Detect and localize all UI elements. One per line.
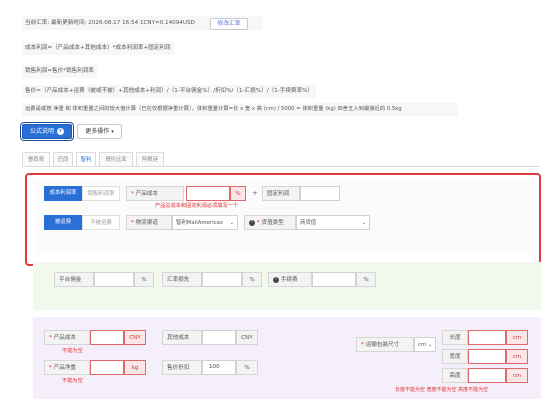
- goods-type-label: ! * 货值类型: [244, 215, 296, 230]
- modify-rate-button[interactable]: 修改汇率: [210, 18, 248, 30]
- formula-explain-label: 公式说明: [30, 128, 55, 135]
- platform-fee-input[interactable]: [94, 272, 134, 287]
- fixed-profit-label: 固定利润: [262, 186, 300, 201]
- tab-brazil[interactable]: 巴西: [53, 152, 73, 166]
- height-label: 高度: [442, 368, 468, 383]
- goods-type-select-value: 商货值: [300, 220, 317, 226]
- required-star: *: [131, 220, 134, 226]
- handling-fee-label: ! 手续费: [268, 272, 312, 287]
- fixed-profit-input[interactable]: [300, 186, 340, 201]
- exchange-loss-input[interactable]: [202, 272, 242, 287]
- goods-type-select[interactable]: 商货值 ⌄: [296, 215, 370, 230]
- discount-value: 100: [209, 364, 220, 370]
- goods-type-label-text: 货值类型: [261, 220, 284, 226]
- rate-text: 当前汇率: 最新更新时间: 2026.08.17 16:54 1CNY=0.14…: [25, 20, 195, 26]
- more-actions-button[interactable]: 更多操作 ▾: [77, 124, 122, 139]
- height-input[interactable]: [468, 368, 506, 383]
- seg-no-shipping[interactable]: 不被运费: [82, 215, 120, 230]
- other-cost-input[interactable]: [202, 330, 236, 345]
- net-weight-label-text: 产品净重: [53, 365, 76, 371]
- formula-shipping: 运费是或按 净重 和 体积重量之间的较大值计算（已在仅根据净重计算），体积重量计…: [22, 103, 458, 116]
- info-icon: !: [273, 276, 279, 283]
- height-unit: cm: [506, 368, 528, 383]
- net-weight-error: 不能为空: [62, 378, 83, 384]
- more-actions-label: 更多操作: [85, 128, 110, 135]
- width-input[interactable]: [468, 349, 506, 364]
- product-cost-unit: CNY: [124, 330, 146, 345]
- required-star: *: [256, 220, 260, 226]
- discount-label: 售价折扣: [162, 360, 202, 375]
- required-star: *: [49, 335, 52, 341]
- exchange-loss-unit: %: [242, 272, 262, 287]
- logistics-label-text: 物流渠道: [135, 220, 158, 226]
- logistics-label: * 物流渠道: [126, 215, 172, 230]
- handling-fee-input[interactable]: [312, 272, 356, 287]
- handling-fee-unit: %: [356, 272, 376, 287]
- platform-fee-label: 平台佣金: [54, 272, 94, 287]
- profit-product-cost-label-text: 产品成本: [135, 191, 158, 197]
- discount-unit: %: [236, 360, 258, 375]
- chevron-down-icon: ⌄: [361, 220, 366, 226]
- seg-cost-profit[interactable]: 成本利润率: [44, 186, 82, 201]
- product-cost-input[interactable]: [90, 330, 124, 345]
- info-icon: !: [249, 219, 255, 226]
- profit-percent-unit: %: [230, 186, 246, 201]
- length-label: 长度: [442, 330, 468, 345]
- required-star: *: [49, 365, 52, 371]
- tab-mexico[interactable]: 墨西哥: [22, 152, 50, 166]
- tab-colombia[interactable]: 哥伦比亚: [99, 152, 133, 166]
- seg-sales-profit[interactable]: 销售利润率: [82, 186, 120, 201]
- profit-error-text: 产品总成本和固定利润必须填写一个: [155, 203, 239, 209]
- chevron-down-icon: ⌄: [427, 342, 432, 348]
- seg-by-shipping[interactable]: 被运费: [44, 215, 82, 230]
- chevron-down-icon: ▾: [56, 128, 64, 135]
- package-size-unit-value: cm: [418, 342, 427, 348]
- width-unit: cm: [506, 349, 528, 364]
- net-weight-unit: kg: [124, 360, 146, 375]
- handling-fee-label-text: 手续费: [280, 277, 298, 283]
- package-size-label: * 运输包装尺寸: [356, 337, 414, 352]
- tab-chile[interactable]: 智利: [76, 152, 96, 166]
- product-cost-error: 不能为空: [62, 348, 83, 354]
- product-cost-label: * 产品成本: [44, 330, 90, 345]
- tabs-divider: [22, 166, 540, 167]
- length-input[interactable]: [468, 330, 506, 345]
- tab-argentina[interactable]: 阿根廷: [136, 152, 164, 166]
- exchange-loss-label: 汇率损失: [162, 272, 202, 287]
- logistics-select-value: 智利MailAmericas: [176, 220, 223, 226]
- required-star: *: [361, 342, 364, 348]
- package-size-unit-select[interactable]: cm ⌄: [414, 337, 436, 352]
- other-cost-unit: CNY: [236, 330, 258, 345]
- logistics-select[interactable]: 智利MailAmericas ⌄: [172, 215, 238, 230]
- product-cost-label-text: 产品成本: [53, 335, 76, 341]
- formula-explain-button[interactable]: 公式说明 ▾: [20, 122, 74, 141]
- net-weight-input[interactable]: [90, 360, 124, 375]
- profit-product-cost-input[interactable]: [186, 186, 230, 201]
- plus-sign: +: [252, 190, 258, 197]
- platform-fee-unit: %: [134, 272, 154, 287]
- dims-error: 长度不能为空 宽度不能为空 高度不能为空: [395, 387, 489, 393]
- required-star: *: [131, 191, 134, 197]
- length-unit: cm: [506, 330, 528, 345]
- profit-product-cost-label: * 产品成本: [126, 186, 184, 201]
- package-size-label-text: 运输包装尺寸: [365, 342, 400, 348]
- width-label: 宽度: [442, 349, 468, 364]
- formula-cost-profit: 成本利润=（产品成本+其他成本）*成本利润率+固定利润: [22, 42, 174, 55]
- chevron-down-icon: ⌄: [229, 220, 234, 226]
- net-weight-label: * 产品净重: [44, 360, 90, 375]
- other-cost-label: 其他成本: [162, 330, 202, 345]
- formula-sales-profit: 销售利润=售价*销售利润率: [22, 65, 98, 78]
- caret-down-icon: ▾: [111, 129, 114, 135]
- discount-input[interactable]: 100: [202, 360, 236, 375]
- formula-price: 售价=（产品成本+运费（被或不被）+其他成本+利润）/（1-平台佣金%）/折扣%…: [22, 85, 317, 98]
